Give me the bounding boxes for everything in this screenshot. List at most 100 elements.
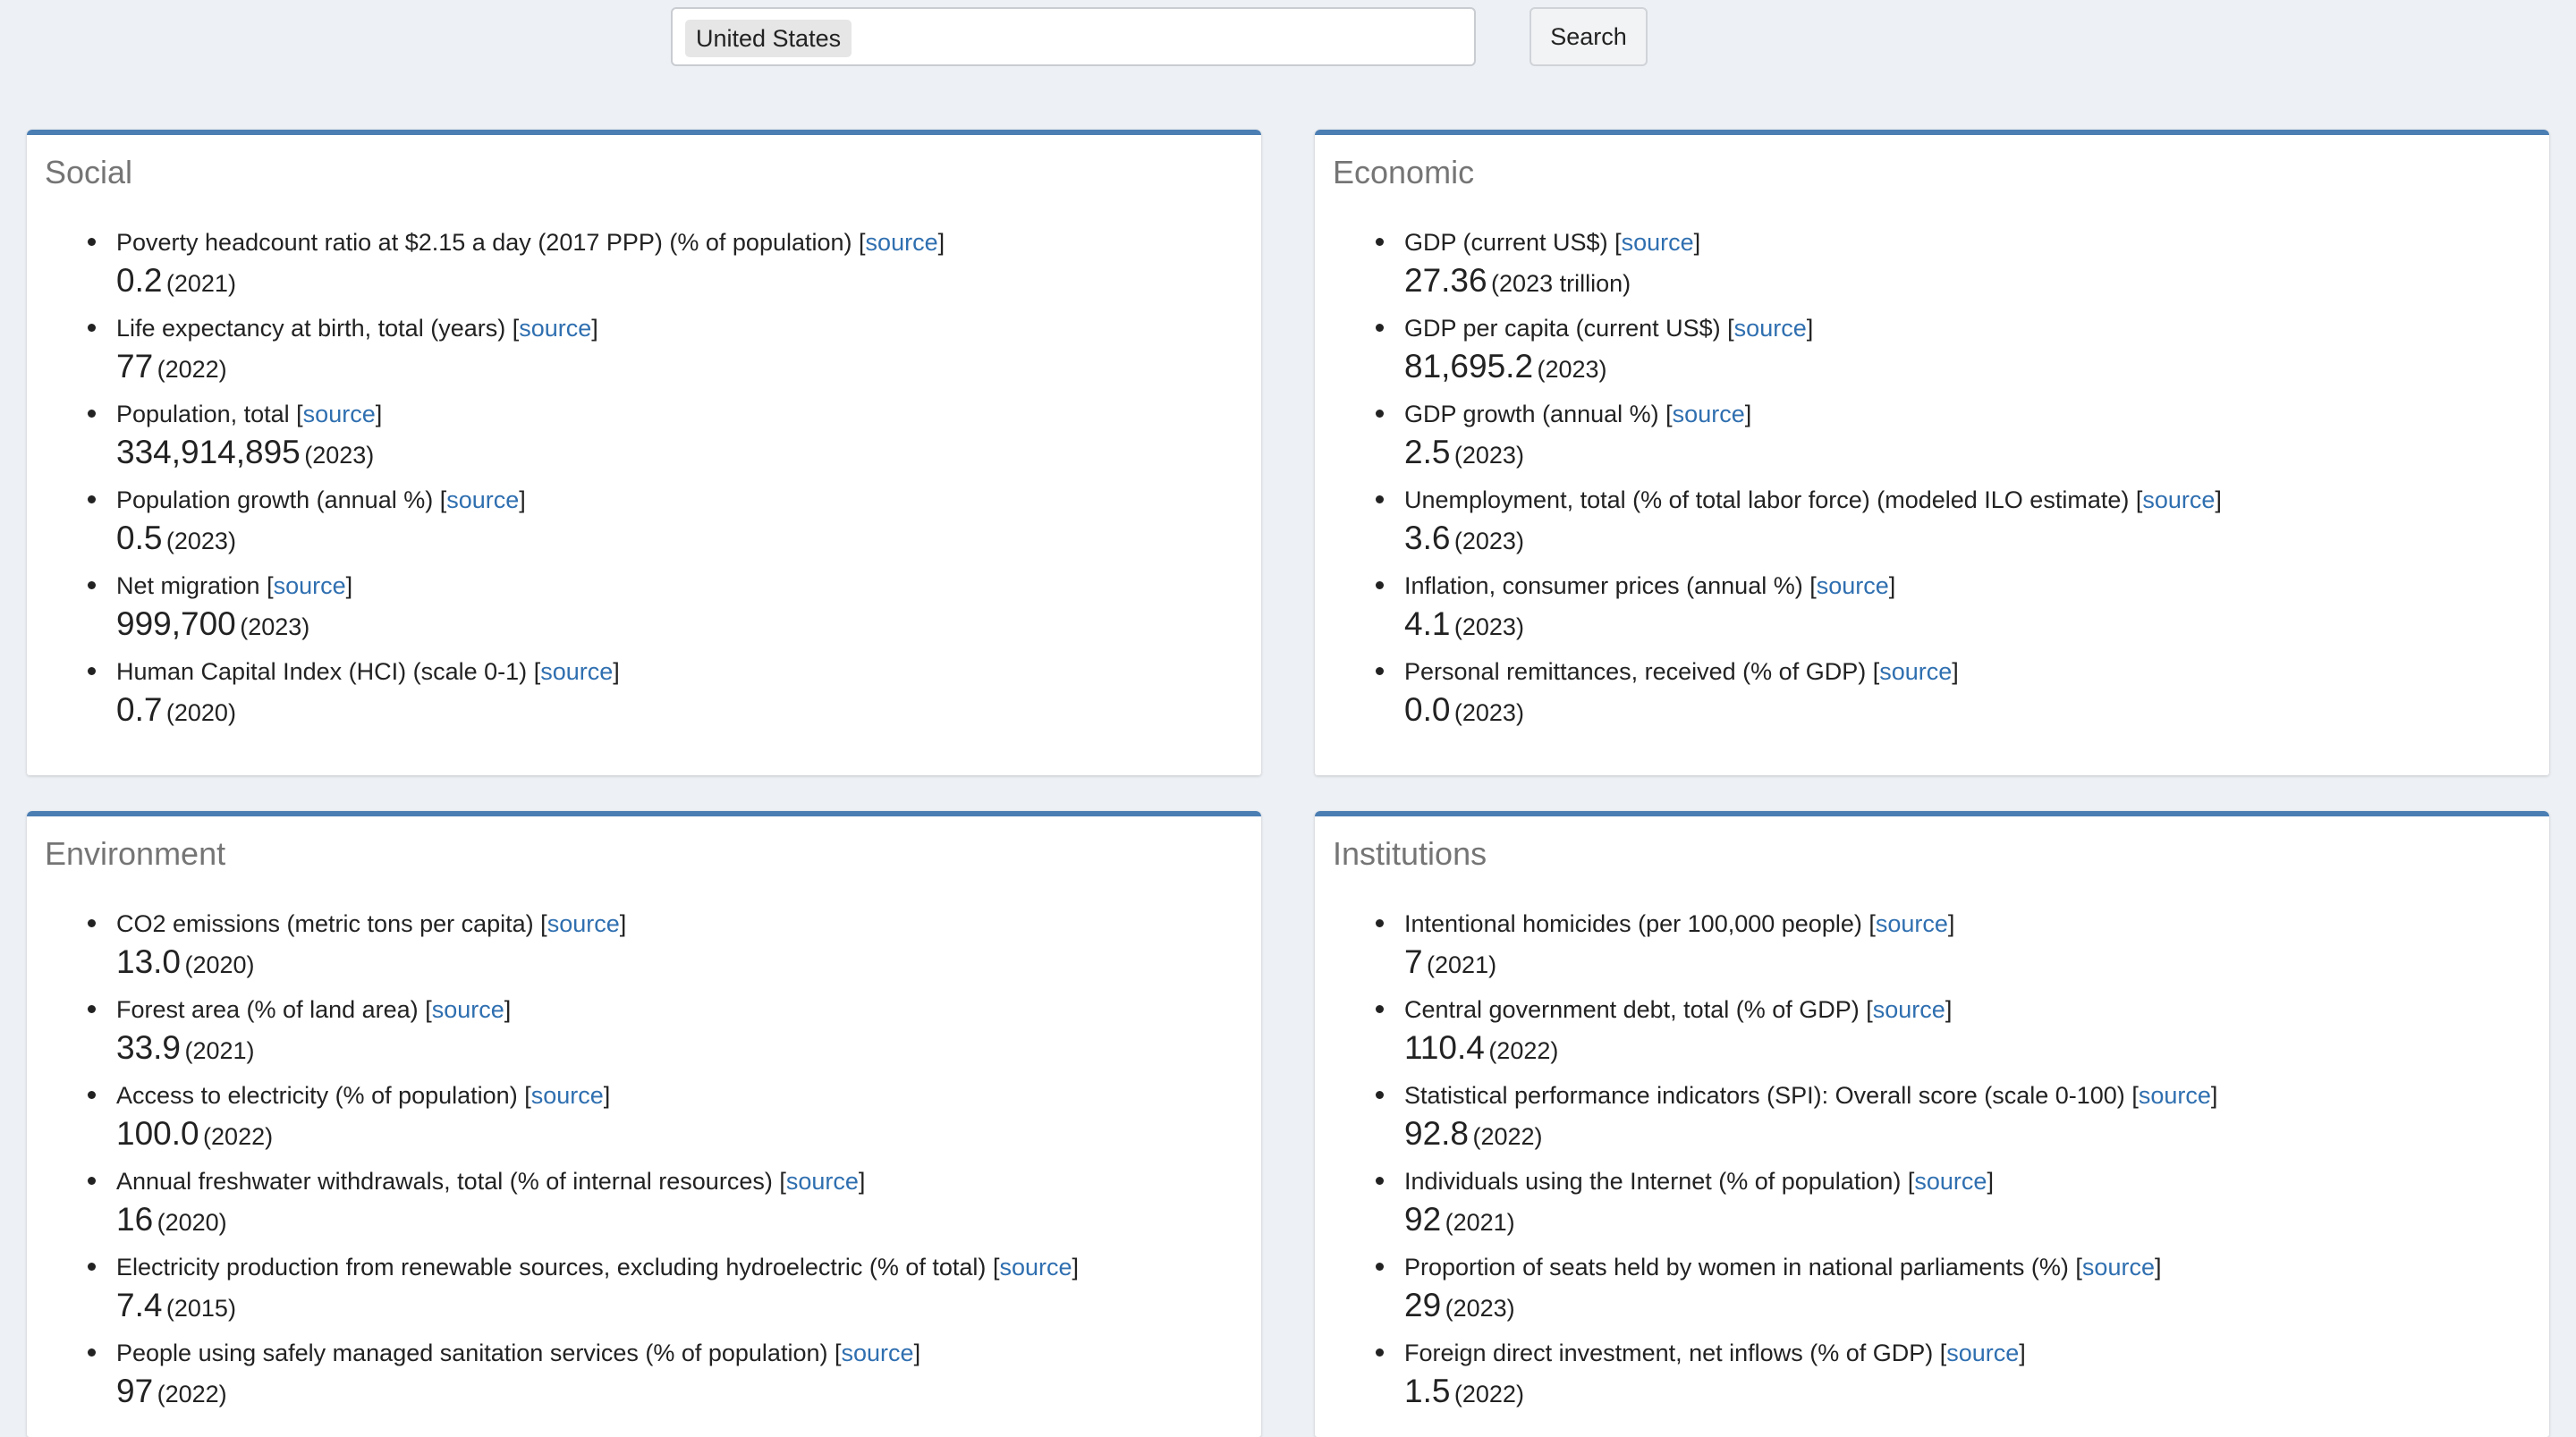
panel-institutions: Institutions Intentional homicides (per … bbox=[1315, 811, 2549, 1437]
indicator-item: Access to electricity (% of population) … bbox=[87, 1076, 1079, 1163]
search-bar: United States Search bbox=[0, 0, 2576, 116]
source-link[interactable]: source bbox=[1817, 572, 1889, 599]
indicator-value-line: 81,695.2 (2023) bbox=[1404, 344, 2222, 396]
indicator-year: (2022) bbox=[1472, 1123, 1543, 1150]
panel-social: Social Poverty headcount ratio at $2.15 … bbox=[27, 130, 1261, 775]
source-link[interactable]: source bbox=[432, 996, 504, 1023]
indicator-year: (2023) bbox=[1453, 699, 1524, 726]
indicator-value: 334,914,895 bbox=[116, 434, 301, 470]
indicator-year: (2022) bbox=[1488, 1037, 1559, 1064]
indicator-year: (2021) bbox=[165, 270, 236, 297]
source-link[interactable]: source bbox=[1879, 658, 1952, 685]
bracket: ] bbox=[913, 1340, 921, 1366]
source-link[interactable]: source bbox=[1673, 401, 1745, 427]
indicator-list: CO2 emissions (metric tons per capita) [… bbox=[27, 904, 1079, 1419]
indicator-label: Statistical performance indicators (SPI)… bbox=[1404, 1082, 2125, 1109]
source-link[interactable]: source bbox=[866, 229, 938, 256]
indicator-value-line: 92.8 (2022) bbox=[1404, 1112, 2217, 1163]
indicator-label: Population, total bbox=[116, 401, 290, 427]
source-link[interactable]: source bbox=[531, 1082, 604, 1109]
indicator-value: 81,695.2 bbox=[1404, 348, 1534, 385]
indicator-item: Population, total [source] 334,914,895 (2… bbox=[87, 394, 945, 480]
source-link[interactable]: source bbox=[786, 1168, 859, 1195]
source-link[interactable]: source bbox=[842, 1340, 914, 1366]
indicator-label: GDP (current US$) bbox=[1404, 229, 1608, 256]
indicator-label-line: Individuals using the Internet (% of pop… bbox=[1404, 1162, 2217, 1201]
indicator-label-line: Inflation, consumer prices (annual %) [s… bbox=[1404, 566, 2222, 605]
search-button[interactable]: Search bbox=[1530, 7, 1648, 66]
indicator-value: 0.7 bbox=[116, 691, 163, 728]
indicator-label-line: Personal remittances, received (% of GDP… bbox=[1404, 652, 2222, 691]
source-link[interactable]: source bbox=[2139, 1082, 2211, 1109]
indicator-item: Annual freshwater withdrawals, total (% … bbox=[87, 1162, 1079, 1247]
indicator-year: (2023) bbox=[165, 528, 236, 554]
indicator-year: (2023) bbox=[304, 442, 375, 469]
indicator-value-line: 100.0 (2022) bbox=[116, 1112, 1079, 1163]
bracket: ] bbox=[1947, 910, 1955, 937]
bracket: ] bbox=[613, 658, 620, 685]
indicator-value-line: 110.4 (2022) bbox=[1404, 1026, 2217, 1078]
indicator-value: 0.2 bbox=[116, 262, 163, 299]
indicator-value-line: 77 (2022) bbox=[116, 344, 945, 396]
source-link[interactable]: source bbox=[1734, 315, 1807, 342]
source-link[interactable]: source bbox=[2082, 1254, 2155, 1281]
bracket: [ bbox=[1665, 401, 1673, 427]
indicator-item: People using safely managed sanitation s… bbox=[87, 1333, 1079, 1419]
indicator-label-line: CO2 emissions (metric tons per capita) [… bbox=[116, 904, 1079, 943]
indicator-item: Poverty headcount ratio at $2.15 a day (… bbox=[87, 223, 945, 309]
indicator-list: Poverty headcount ratio at $2.15 a day (… bbox=[27, 223, 945, 738]
indicator-year: (2022) bbox=[157, 356, 227, 383]
bracket: [ bbox=[1727, 315, 1734, 342]
bracket: [ bbox=[1866, 996, 1873, 1023]
panel-title: Social bbox=[45, 154, 133, 190]
indicator-value: 1.5 bbox=[1404, 1373, 1451, 1409]
panel-environment: Environment CO2 emissions (metric tons p… bbox=[27, 811, 1261, 1437]
source-link[interactable]: source bbox=[2142, 486, 2215, 513]
indicator-label-line: GDP growth (annual %) [source] bbox=[1404, 394, 2222, 434]
indicator-label: GDP per capita (current US$) bbox=[1404, 315, 1721, 342]
bracket: [ bbox=[2075, 1254, 2082, 1281]
indicator-label-line: Population growth (annual %) [source] bbox=[116, 480, 945, 520]
indicator-label-line: Human Capital Index (HCI) (scale 0-1) [s… bbox=[116, 652, 945, 691]
source-link[interactable]: source bbox=[1876, 910, 1948, 937]
source-link[interactable]: source bbox=[303, 401, 376, 427]
indicator-year: (2023) bbox=[1453, 442, 1524, 469]
source-link[interactable]: source bbox=[446, 486, 519, 513]
indicator-value: 92 bbox=[1404, 1201, 1442, 1238]
source-link[interactable]: source bbox=[1873, 996, 1945, 1023]
source-link[interactable]: source bbox=[1914, 1168, 1987, 1195]
indicator-year: (2021) bbox=[1445, 1209, 1515, 1236]
source-link[interactable]: source bbox=[519, 315, 591, 342]
source-link[interactable]: source bbox=[999, 1254, 1072, 1281]
source-link[interactable]: source bbox=[1946, 1340, 2019, 1366]
indicator-label: Intentional homicides (per 100,000 peopl… bbox=[1404, 910, 1862, 937]
indicator-item: Inflation, consumer prices (annual %) [s… bbox=[1376, 566, 2222, 652]
indicator-label-line: Net migration [source] bbox=[116, 566, 945, 605]
source-link[interactable]: source bbox=[274, 572, 346, 599]
bracket: ] bbox=[1945, 996, 1953, 1023]
source-link[interactable]: source bbox=[1622, 229, 1694, 256]
bracket: [ bbox=[859, 229, 866, 256]
indicator-label-line: Forest area (% of land area) [source] bbox=[116, 990, 1079, 1029]
indicator-value: 33.9 bbox=[116, 1029, 182, 1066]
source-link[interactable]: source bbox=[547, 910, 620, 937]
indicator-item: Forest area (% of land area) [source] 33.… bbox=[87, 990, 1079, 1076]
indicator-value: 100.0 bbox=[116, 1115, 199, 1152]
indicator-label-line: Intentional homicides (per 100,000 peopl… bbox=[1404, 904, 2217, 943]
indicator-year: (2022) bbox=[1453, 1381, 1524, 1407]
bracket: ] bbox=[504, 996, 512, 1023]
source-link[interactable]: source bbox=[540, 658, 613, 685]
indicator-value: 7 bbox=[1404, 943, 1423, 980]
indicator-item: Central government debt, total (% of GDP… bbox=[1375, 990, 2217, 1078]
indicator-value: 29 bbox=[1404, 1287, 1442, 1323]
country-search-input[interactable]: United States bbox=[671, 7, 1476, 66]
indicator-year: (2022) bbox=[157, 1381, 227, 1407]
indicator-year: (2021) bbox=[184, 1037, 255, 1064]
bracket: [ bbox=[1614, 229, 1622, 256]
indicator-item: GDP per capita (current US$) [source] 81,… bbox=[1376, 309, 2222, 396]
indicator-label-line: People using safely managed sanitation s… bbox=[116, 1333, 1079, 1373]
indicator-label: Individuals using the Internet (% of pop… bbox=[1404, 1168, 1902, 1195]
bracket: [ bbox=[2131, 1082, 2139, 1109]
selected-country-chip[interactable]: United States bbox=[685, 20, 852, 57]
indicator-label: Central government debt, total (% of GDP… bbox=[1404, 996, 1860, 1023]
